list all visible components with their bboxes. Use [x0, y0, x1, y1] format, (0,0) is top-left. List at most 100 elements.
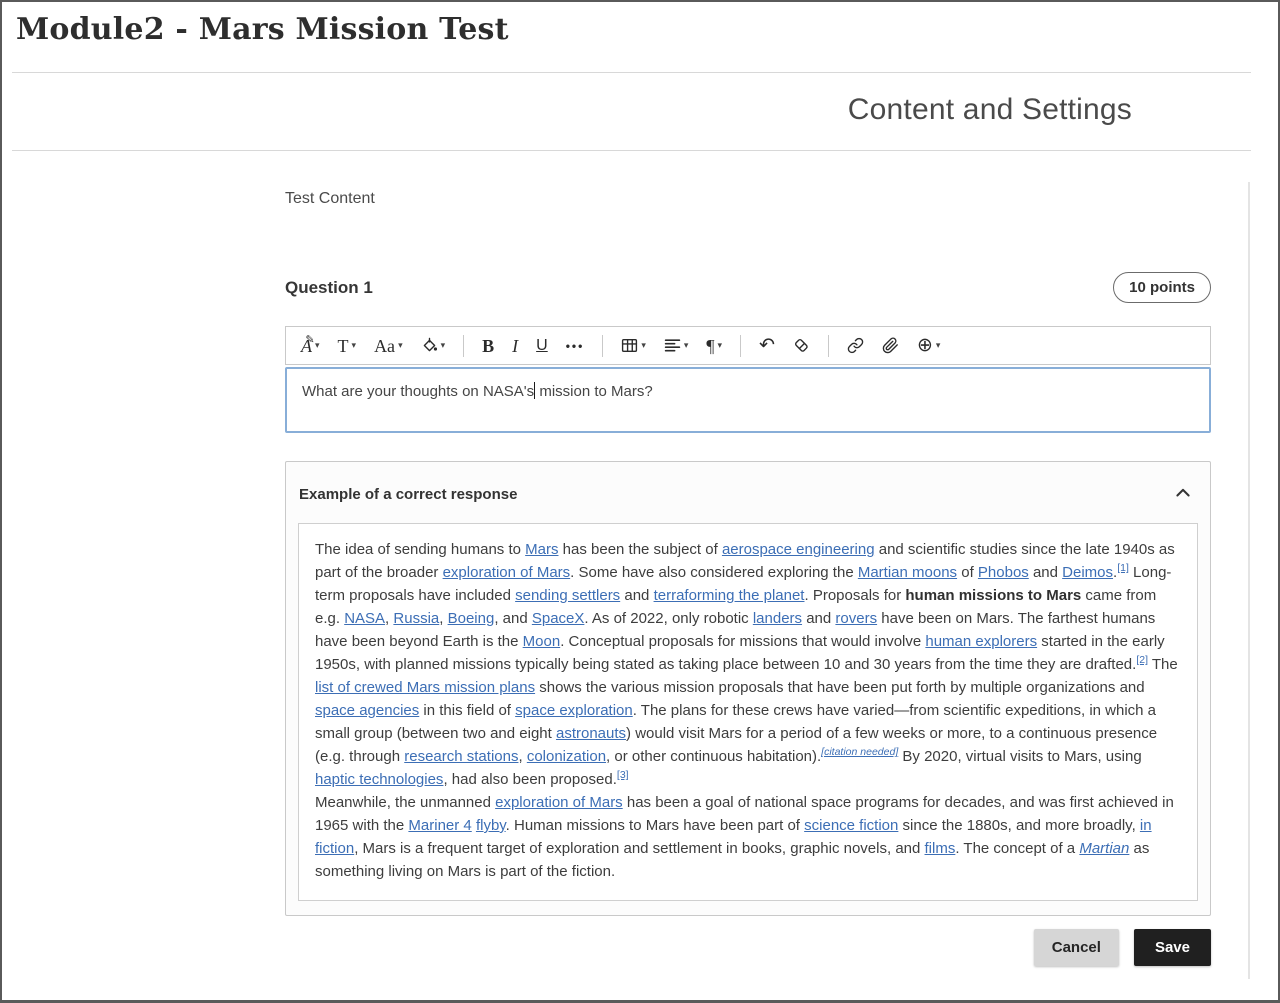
italic-button: I [512, 337, 518, 355]
link-icon[interactable] [838, 331, 873, 361]
wiki-link[interactable]: flyby [476, 817, 506, 834]
wiki-link[interactable]: exploration of Mars [495, 794, 623, 811]
chevron-up-icon [1174, 484, 1192, 502]
wiki-link[interactable]: space agencies [315, 702, 419, 719]
wiki-link[interactable]: Deimos [1062, 564, 1113, 581]
italic-button[interactable]: I [503, 331, 527, 361]
text-segment: , or other continuous habitation). [606, 748, 821, 765]
text-segment: since the 1880s, and more broadly, [898, 817, 1140, 834]
text-segment: and [620, 587, 653, 604]
text-segment: By 2020, virtual visits to Mars, using [898, 748, 1141, 765]
align-icon[interactable]: ▾ [655, 331, 698, 361]
wiki-link[interactable]: astronauts [556, 725, 626, 742]
text-format-icon: T [338, 337, 349, 355]
wiki-link[interactable]: Mariner 4 [408, 817, 471, 834]
test-content-label: Test Content [285, 190, 1211, 208]
text-style-icon[interactable]: A✎▾ [292, 331, 329, 361]
text-segment: . As of 2022, only robotic [584, 610, 752, 627]
question-text-input[interactable]: What are your thoughts on NASA's mission… [285, 367, 1211, 433]
text-segment: and [802, 610, 835, 627]
footer-actions: Cancel Save [285, 929, 1211, 986]
text-segment: . Some have also considered exploring th… [570, 564, 858, 581]
text-segment: in this field of [419, 702, 515, 719]
text-segment: . The concept of a [955, 840, 1079, 857]
wiki-link[interactable]: SpaceX [532, 610, 585, 627]
insert-icon[interactable]: ⊕▾ [908, 331, 949, 361]
bold-text: human missions to Mars [905, 587, 1081, 604]
text-segment: The idea of sending humans to [315, 541, 525, 558]
wiki-link[interactable]: Martian [1079, 840, 1129, 857]
wiki-link[interactable]: Moon [523, 633, 561, 650]
text-format-icon[interactable]: T▾ [329, 331, 366, 361]
wiki-link[interactable]: aerospace engineering [722, 541, 875, 558]
wiki-link[interactable]: exploration of Mars [443, 564, 571, 581]
insert-icon: ⊕ [917, 336, 933, 355]
wiki-link[interactable]: Martian moons [858, 564, 957, 581]
more-options-button: ••• [566, 340, 585, 352]
font-size-icon: Aa [374, 337, 395, 355]
points-badge[interactable]: 10 points [1113, 272, 1211, 303]
attachment-icon[interactable] [873, 331, 908, 361]
wiki-link[interactable]: rovers [835, 610, 877, 627]
example-panel-header[interactable]: Example of a correct response [286, 462, 1210, 513]
table-icon[interactable]: ▾ [612, 331, 655, 361]
text-segment: shows the various mission proposals that… [535, 679, 1145, 696]
divider [12, 150, 1251, 151]
question-text: mission to Mars? [535, 383, 653, 400]
undo-icon: ↶ [759, 336, 775, 355]
paragraph-icon: ¶ [706, 337, 714, 355]
text-segment: . Conceptual proposals for missions that… [560, 633, 925, 650]
underline-button[interactable]: U [527, 331, 557, 361]
wiki-link[interactable]: Phobos [978, 564, 1029, 581]
paragraph-icon[interactable]: ¶▾ [697, 331, 731, 361]
wiki-link[interactable]: colonization [527, 748, 606, 765]
wiki-link[interactable]: list of crewed Mars mission plans [315, 679, 535, 696]
question-header-row: Question 1 10 points [285, 272, 1211, 303]
collapse-button[interactable] [1172, 482, 1194, 507]
wiki-link[interactable]: space exploration [515, 702, 633, 719]
more-options-button[interactable]: ••• [557, 331, 594, 361]
text-segment: . Proposals for [804, 587, 905, 604]
undo-icon[interactable]: ↶ [750, 331, 784, 361]
pen-icon: ✎ [305, 333, 314, 346]
dropdown-caret-icon: ▾ [936, 341, 941, 350]
cancel-button[interactable]: Cancel [1034, 929, 1119, 966]
dropdown-caret-icon: ▾ [315, 341, 320, 350]
wiki-link[interactable]: landers [753, 610, 802, 627]
dropdown-caret-icon: ▾ [684, 341, 689, 350]
citation-link[interactable]: [3] [617, 769, 629, 781]
text-segment: , [439, 610, 447, 627]
wiki-link[interactable]: science fiction [804, 817, 898, 834]
content-area: Test Content Question 1 10 points A✎▾T▾A… [2, 190, 1278, 986]
wiki-link[interactable]: films [925, 840, 956, 857]
eraser-icon[interactable] [784, 331, 819, 361]
example-panel-title: Example of a correct response [299, 486, 517, 503]
toolbar-divider [740, 335, 741, 357]
example-paragraph: The idea of sending humans to Mars has b… [315, 538, 1181, 791]
section-title: Content and Settings [2, 93, 1132, 127]
font-size-icon[interactable]: Aa▾ [365, 331, 412, 361]
dropdown-caret-icon: ▾ [352, 341, 357, 350]
citation-link[interactable]: [2] [1136, 654, 1148, 666]
wiki-link[interactable]: sending settlers [515, 587, 620, 604]
question-text: What are your thoughts on NASA's [302, 383, 534, 400]
save-button[interactable]: Save [1134, 929, 1211, 966]
dropdown-caret-icon: ▾ [441, 341, 446, 350]
wiki-link[interactable]: Boeing [448, 610, 495, 627]
bold-button[interactable]: B [473, 331, 503, 361]
fill-color-icon[interactable]: ▾ [412, 331, 455, 361]
citation-link[interactable]: [citation needed] [821, 746, 898, 758]
wiki-link[interactable]: terraforming the planet [654, 587, 805, 604]
wiki-link[interactable]: haptic technologies [315, 771, 443, 788]
wiki-link[interactable]: Russia [393, 610, 439, 627]
wiki-link[interactable]: research stations [404, 748, 518, 765]
scrollbar[interactable] [1248, 182, 1250, 979]
wiki-link[interactable]: Mars [525, 541, 558, 558]
wiki-link[interactable]: human explorers [925, 633, 1037, 650]
text-segment: and [1029, 564, 1062, 581]
bold-button: B [482, 337, 494, 355]
dropdown-caret-icon: ▾ [641, 341, 646, 350]
wiki-link[interactable]: NASA [344, 610, 385, 627]
question-heading: Question 1 [285, 278, 373, 298]
citation-link[interactable]: [1] [1117, 562, 1129, 574]
